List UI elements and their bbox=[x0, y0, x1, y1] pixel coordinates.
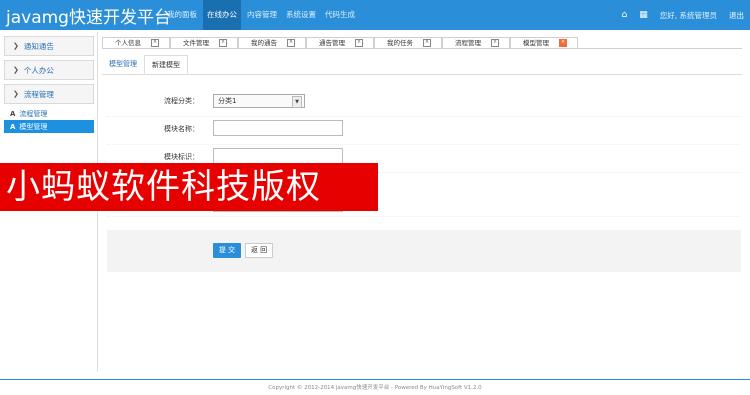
top-bar: javamg快速开发平台 我的面板 在线办公 内容管理 系统设置 代码生成 ⌂ … bbox=[0, 0, 750, 30]
tab-label: 我的通告 bbox=[251, 38, 277, 47]
tab-model-manage[interactable]: 模型管理 × bbox=[510, 37, 578, 48]
sidebar-group-notice[interactable]: ❯ 通知通告 bbox=[4, 36, 94, 56]
name-input[interactable] bbox=[213, 120, 343, 136]
tab-file-manage[interactable]: 文件管理 × bbox=[170, 37, 238, 48]
tab-notice-manage[interactable]: 通告管理 × bbox=[306, 37, 374, 48]
sidebar-group-label: 流程管理 bbox=[23, 89, 54, 99]
name-label: 模块名称： bbox=[164, 125, 199, 133]
tab-label: 模型管理 bbox=[523, 38, 549, 47]
form-row-name: 模块名称： bbox=[107, 114, 741, 145]
subtab-new-model[interactable]: 新建模型 bbox=[144, 55, 188, 74]
sidebar-group-label: 个人办公 bbox=[23, 65, 54, 75]
model-icon: A bbox=[10, 122, 16, 131]
chevron-right-icon: ❯ bbox=[13, 42, 19, 50]
close-icon[interactable]: × bbox=[423, 39, 431, 47]
chevron-down-icon: ▼ bbox=[292, 96, 302, 108]
top-nav: 我的面板 在线办公 内容管理 系统设置 代码生成 bbox=[164, 0, 361, 30]
sidebar-item-label: 模型管理 bbox=[19, 122, 48, 131]
tab-my-task[interactable]: 我的任务 × bbox=[374, 37, 442, 48]
tab-label: 流程管理 bbox=[455, 38, 481, 47]
submit-button[interactable]: 提 交 bbox=[213, 243, 241, 258]
category-label: 流程分类： bbox=[164, 97, 199, 105]
sidebar-item-flow-manage[interactable]: A 流程管理 bbox=[4, 107, 94, 120]
sidebar-group-label: 通知通告 bbox=[23, 41, 54, 51]
tab-label: 个人信息 bbox=[115, 38, 141, 47]
sidebar-item-label: 流程管理 bbox=[19, 109, 48, 118]
key-input[interactable] bbox=[213, 148, 343, 164]
top-right: ⌂ ▦ 您好, 系统管理员 退出 bbox=[621, 0, 744, 30]
form-row-category: 流程分类： 分类1 ▼ bbox=[107, 86, 741, 117]
tab-personal-info[interactable]: 个人信息 × bbox=[102, 37, 170, 48]
copyright-watermark: 小蚂蚁软件科技版权 bbox=[0, 163, 378, 211]
sidebar-item-model-manage[interactable]: A 模型管理 bbox=[4, 120, 94, 133]
flow-icon: A bbox=[10, 109, 16, 118]
page-tabs: 个人信息 × 文件管理 × 我的通告 × 通告管理 × 我的任务 × 流程管理 × 模型管理… bbox=[102, 37, 742, 49]
app-title[interactable]: javamg快速开发平台 bbox=[6, 3, 171, 28]
logout-link[interactable]: 退出 bbox=[729, 10, 744, 21]
category-select[interactable]: 分类1 ▼ bbox=[213, 94, 305, 108]
close-icon[interactable]: × bbox=[151, 39, 159, 47]
tab-label: 文件管理 bbox=[183, 38, 209, 47]
action-bar: 提 交 返 回 bbox=[107, 230, 741, 272]
sub-tabs: 模型管理 新建模型 bbox=[102, 55, 742, 75]
chevron-down-icon: ❯ bbox=[13, 90, 19, 98]
chevron-right-icon: ❯ bbox=[13, 66, 19, 74]
category-select-value: 分类1 bbox=[218, 97, 237, 105]
close-icon[interactable]: × bbox=[355, 39, 363, 47]
close-icon[interactable]: × bbox=[491, 39, 499, 47]
topnav-item-codegen[interactable]: 代码生成 bbox=[322, 0, 358, 30]
user-greeting[interactable]: 您好, 系统管理员 bbox=[660, 10, 717, 21]
subtab-model-list[interactable]: 模型管理 bbox=[102, 55, 144, 74]
topnav-item-office[interactable]: 在线办公 bbox=[203, 0, 241, 30]
footer-divider bbox=[0, 379, 750, 380]
tab-label: 我的任务 bbox=[387, 38, 413, 47]
topnav-item-dashboard[interactable]: 我的面板 bbox=[164, 0, 200, 30]
sidebar-group-flow[interactable]: ❯ 流程管理 bbox=[4, 84, 94, 104]
home-icon[interactable]: ⌂ bbox=[621, 10, 627, 20]
tab-flow-manage[interactable]: 流程管理 × bbox=[442, 37, 510, 48]
close-icon[interactable]: × bbox=[287, 39, 295, 47]
tab-my-notice[interactable]: 我的通告 × bbox=[238, 37, 306, 48]
footer-copyright: Copyright © 2012-2014 javamg快速开发平台 - Pow… bbox=[268, 385, 482, 391]
back-button[interactable]: 返 回 bbox=[245, 243, 273, 258]
sidebar-group-personal[interactable]: ❯ 个人办公 bbox=[4, 60, 94, 80]
grid-icon[interactable]: ▦ bbox=[639, 10, 648, 20]
close-icon[interactable]: × bbox=[559, 39, 567, 47]
topnav-item-settings[interactable]: 系统设置 bbox=[283, 0, 319, 30]
tab-label: 通告管理 bbox=[319, 38, 345, 47]
topnav-item-content[interactable]: 内容管理 bbox=[244, 0, 280, 30]
close-icon[interactable]: × bbox=[219, 39, 227, 47]
